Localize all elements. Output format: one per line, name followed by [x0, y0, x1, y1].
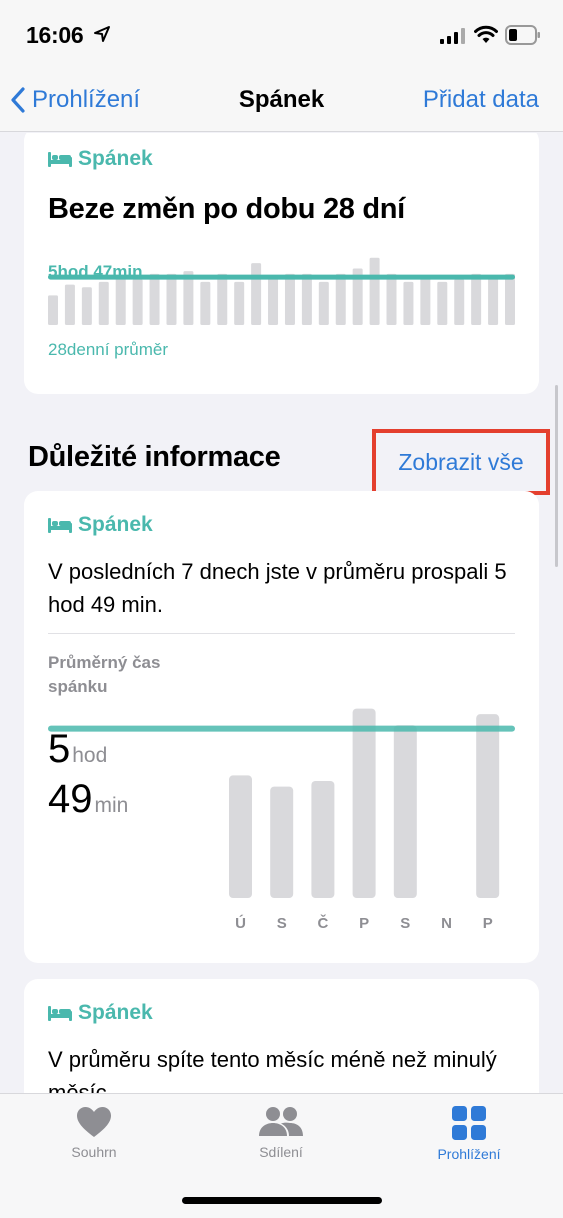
mini-chart-bar — [166, 273, 177, 325]
battery-icon — [505, 25, 540, 45]
mini-chart-bar — [301, 273, 312, 325]
average-minutes-unit: min — [94, 794, 129, 817]
weekly-highlight-card[interactable]: Spánek V posledních 7 dnech jste v průmě… — [24, 491, 539, 963]
trend-average-value: 5hod 47min — [48, 262, 143, 281]
people-icon — [259, 1107, 303, 1136]
weekly-chart-day-label: S — [277, 915, 287, 932]
average-sleep-label: Průměrný čas spánku — [48, 653, 161, 696]
trend-card[interactable]: Spánek Beze změn po dobu 28 dní 5hod 47m… — [24, 133, 539, 394]
mini-chart-bar — [437, 281, 448, 325]
trend-card-category: Spánek — [48, 147, 153, 171]
mini-chart-bar — [149, 273, 160, 325]
highlights-section-title: Důležité informace — [28, 441, 281, 473]
mini-chart-bar — [420, 276, 431, 325]
tab-sharing-label: Sdílení — [259, 1144, 303, 1160]
tab-summary[interactable]: Souhrn — [24, 1106, 164, 1160]
weekly-chart-day-label: N — [441, 915, 452, 932]
mini-chart-bar — [268, 276, 279, 325]
tab-sharing[interactable]: Sdílení — [211, 1106, 351, 1160]
heart-icon — [77, 1107, 111, 1137]
status-bar: 16:06 — [0, 0, 563, 70]
location-arrow-icon — [94, 26, 110, 42]
monthly-card-category-label: Spánek — [78, 1001, 153, 1024]
scroll-indicator[interactable] — [555, 385, 558, 567]
grid-icon — [452, 1106, 486, 1140]
tab-browse[interactable]: Prohlížení — [399, 1106, 539, 1162]
back-button-label: Prohlížení — [32, 86, 141, 113]
weekly-summary-text: V posledních 7 dnech jste v průměru pros… — [48, 559, 507, 617]
weekly-chart-day-label: S — [400, 915, 410, 932]
monthly-card-category: Spánek — [48, 1001, 153, 1025]
mini-chart-bar — [64, 284, 75, 325]
trend-card-category-label: Spánek — [78, 147, 153, 170]
back-button[interactable]: Prohlížení — [10, 84, 140, 116]
weekly-chart-bar — [393, 725, 417, 898]
content-scroll-area[interactable]: Spánek Beze změn po dobu 28 dní 5hod 47m… — [0, 133, 563, 1093]
trend-headline: Beze změn po dobu 28 dní — [48, 193, 405, 225]
weekly-chart-bar — [311, 781, 335, 898]
divider — [48, 633, 515, 634]
mini-chart-bar — [488, 276, 499, 325]
weekly-bar-chart: ÚSČPSNP — [48, 708, 515, 932]
mini-chart-bar — [471, 273, 482, 325]
mini-chart-bar — [251, 263, 262, 325]
monthly-summary-text: V průměru spíte tento měsíc méně než min… — [48, 1047, 497, 1093]
weekly-chart-day-label: Č — [317, 914, 328, 932]
mini-chart-bar — [335, 273, 346, 325]
mini-chart-bar — [98, 281, 109, 325]
weekly-chart-average-line — [48, 725, 515, 732]
weekly-card-category-label: Spánek — [78, 513, 153, 536]
add-data-button[interactable]: Přidat data — [423, 86, 539, 114]
trend-mini-chart — [48, 257, 515, 325]
tab-summary-label: Souhrn — [71, 1144, 117, 1160]
show-all-button[interactable]: Zobrazit vše — [372, 429, 550, 495]
cellular-signal-icon — [440, 28, 465, 44]
mini-chart-bar — [454, 279, 465, 325]
average-hours: 5 hod — [48, 727, 107, 772]
average-hours-value: 5 — [48, 727, 71, 771]
navigation-bar: Prohlížení Spánek Přidat data — [0, 70, 563, 132]
weekly-chart-bar — [352, 708, 376, 898]
mini-chart-bar — [48, 295, 58, 325]
weekly-card-category: Spánek — [48, 513, 153, 537]
mini-chart-bar — [386, 273, 397, 325]
tab-browse-label: Prohlížení — [437, 1146, 501, 1162]
mini-chart-bar — [234, 281, 245, 325]
mini-chart-bar — [81, 287, 92, 325]
weekly-chart-day-label: P — [359, 915, 369, 932]
weekly-chart-day-label: Ú — [235, 914, 246, 932]
page-title: Spánek — [238, 86, 325, 113]
trend-average-caption: 28denní průměr — [48, 340, 169, 359]
average-minutes: 49 min — [48, 777, 128, 822]
weekly-chart-day-label: P — [483, 915, 493, 932]
mini-chart-bar — [318, 281, 329, 325]
mini-chart-bar — [217, 273, 228, 325]
weekly-chart-bar — [476, 714, 500, 898]
bed-icon — [48, 518, 72, 533]
mini-chart-bar — [132, 279, 143, 325]
bed-icon — [48, 1006, 72, 1021]
mini-chart-bar — [284, 273, 295, 325]
mini-chart-bar — [403, 281, 414, 325]
home-indicator[interactable] — [182, 1197, 382, 1204]
mini-chart-bar — [200, 281, 211, 325]
mini-chart-bar — [505, 273, 515, 325]
wifi-icon — [474, 25, 498, 43]
average-minutes-value: 49 — [48, 777, 93, 821]
mini-chart-bar — [115, 276, 126, 325]
weekly-chart-bar — [270, 786, 294, 898]
bed-icon — [48, 152, 72, 167]
weekly-chart-bar — [229, 775, 252, 898]
monthly-highlight-card[interactable]: Spánek V průměru spíte tento měsíc méně … — [24, 979, 539, 1093]
chevron-left-icon — [11, 87, 25, 113]
average-hours-unit: hod — [72, 744, 108, 767]
mini-chart-bar — [369, 257, 380, 325]
status-time: 16:06 — [26, 22, 84, 48]
